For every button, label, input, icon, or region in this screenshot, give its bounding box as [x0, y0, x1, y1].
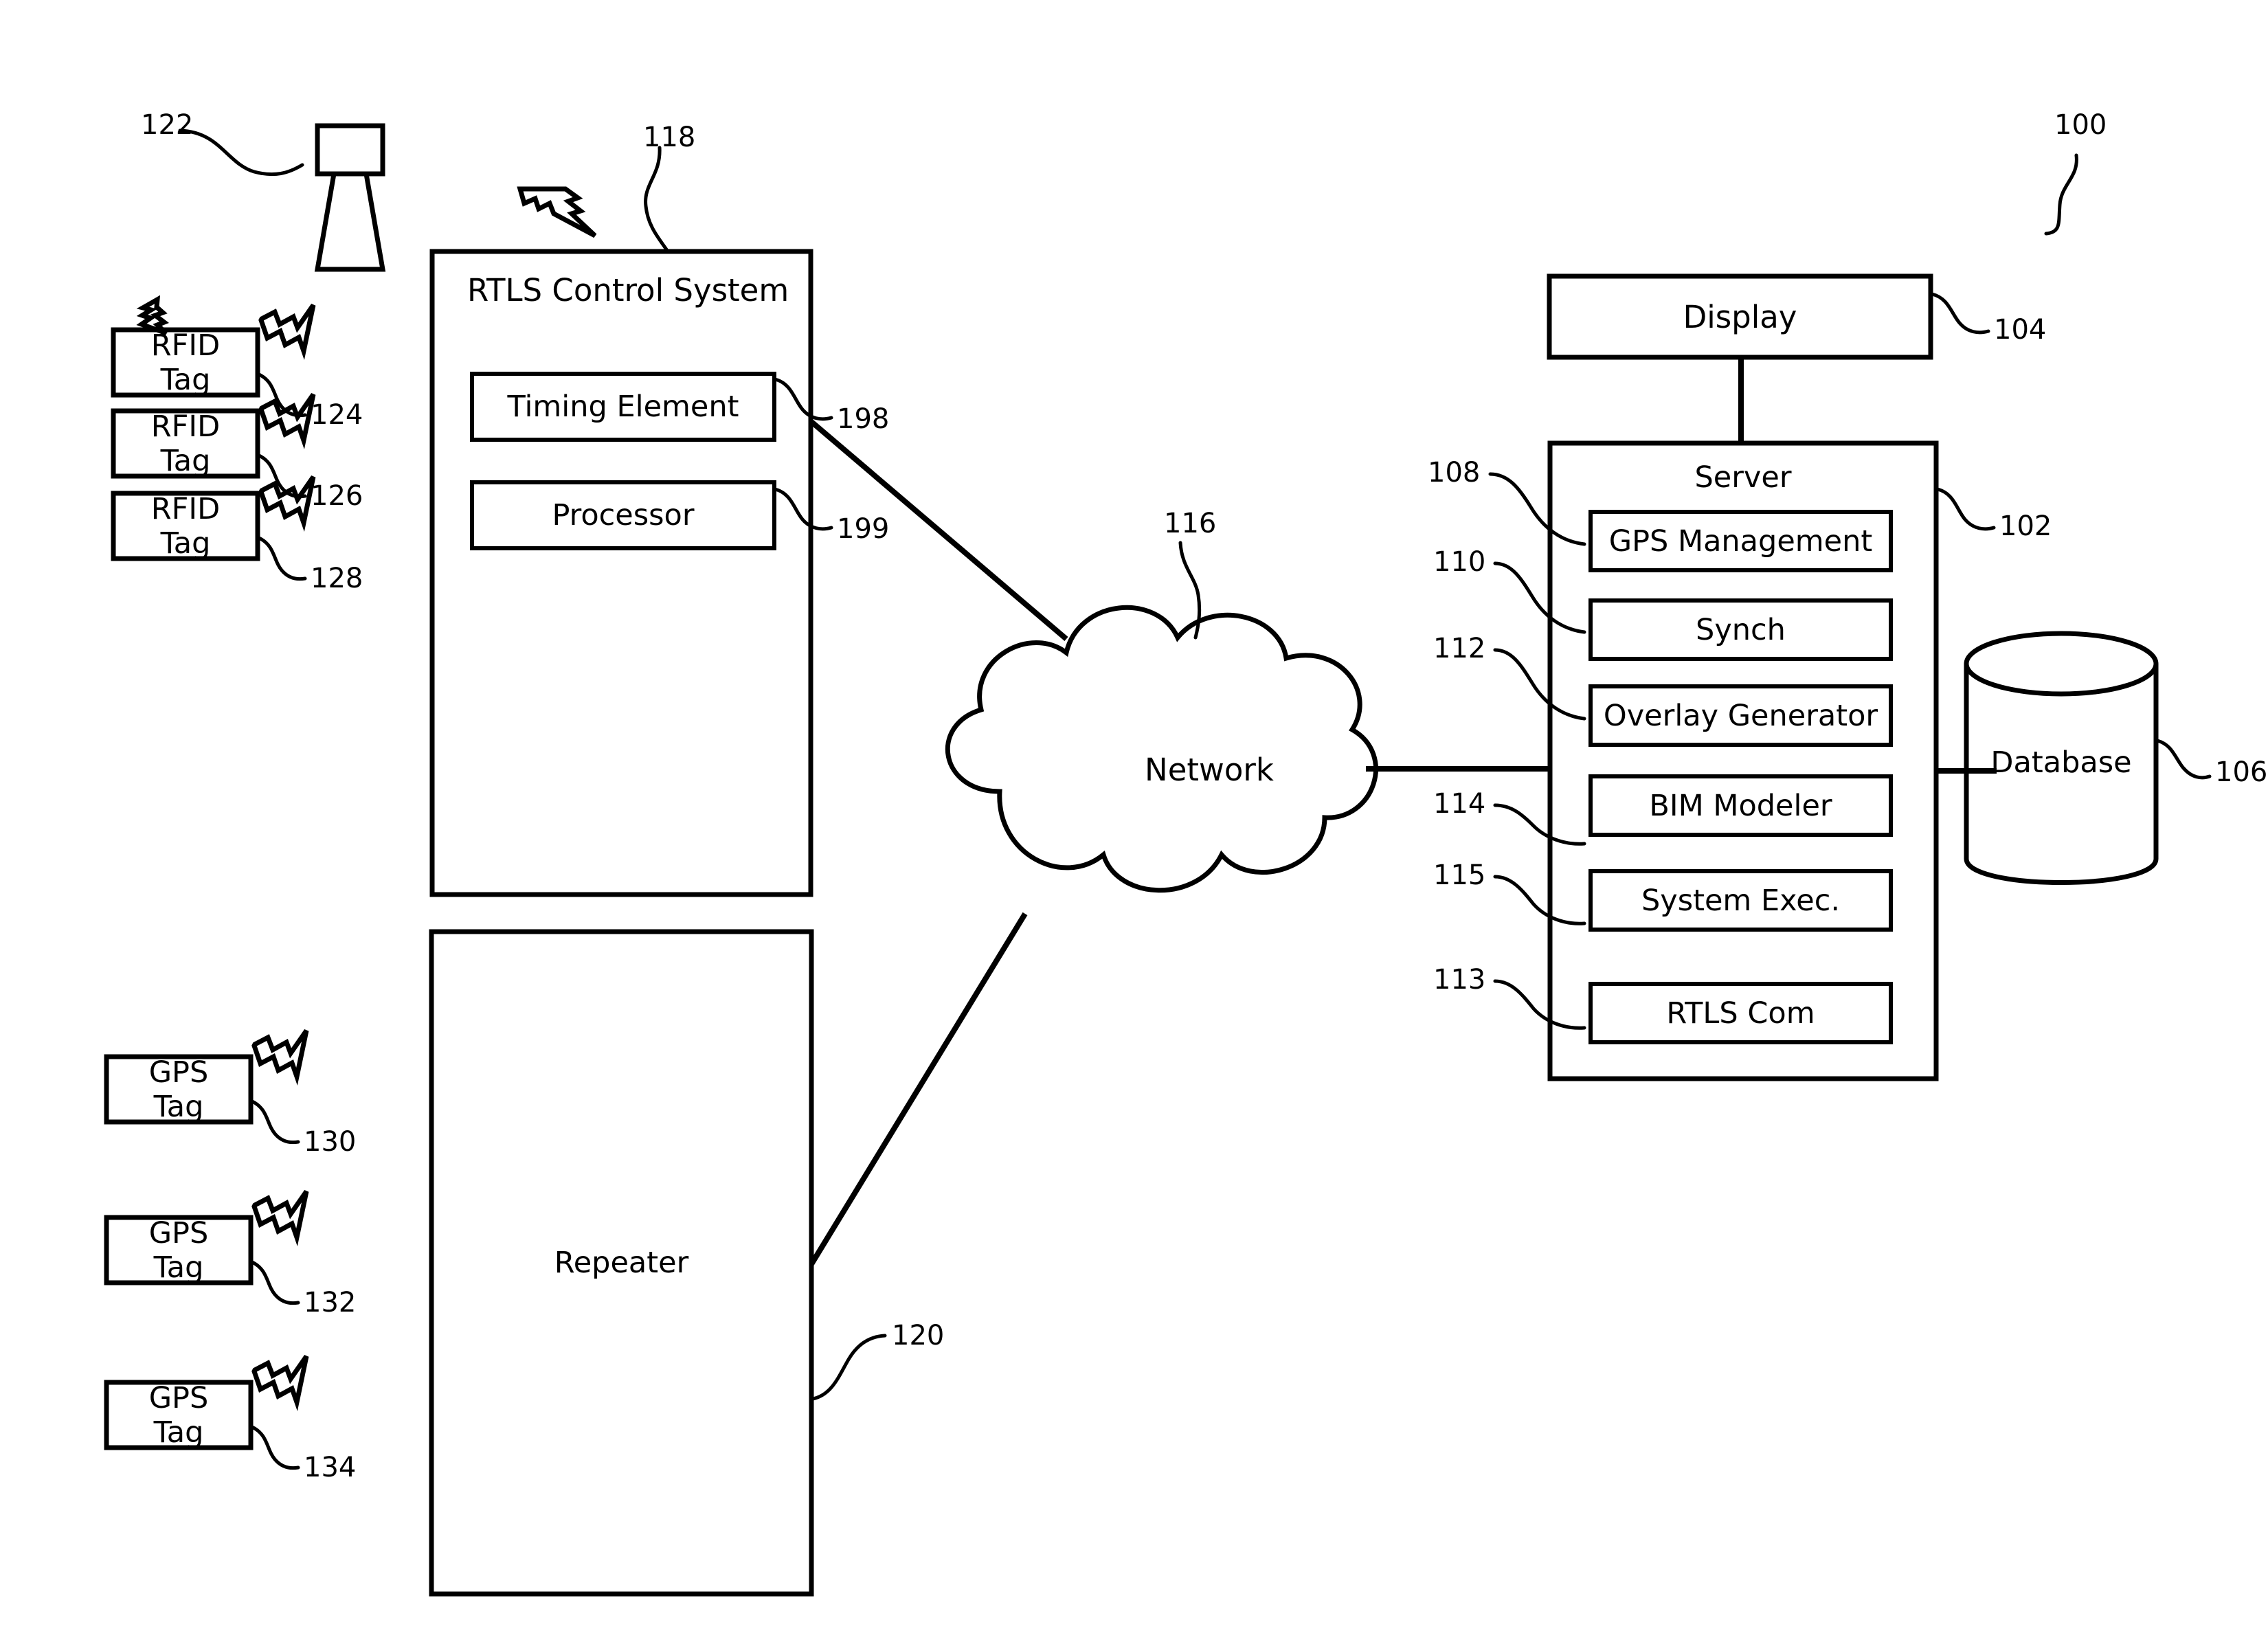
rf-signal-bolt-icon-134 [251, 1354, 309, 1412]
rfid-tag-line2: Tag [160, 362, 211, 397]
leader-line-124 [257, 372, 307, 418]
gps-tag-line1: GPS [148, 1380, 209, 1415]
rfid-tag-ref-126: 126 [311, 480, 363, 512]
rf-signal-bolt-icon-rtls [517, 186, 597, 238]
rf-signal-bolt-icon-124b [258, 303, 316, 361]
rfid-tag-line2: Tag [160, 526, 211, 561]
rfid-tag-line1: RFID [150, 409, 221, 444]
diagram-vector-layer [104, 123, 2212, 1597]
gps-tag-line1: GPS [148, 1215, 209, 1250]
timing-element-label: Timing Element [507, 390, 739, 424]
rfid-tag-label-126: RFID Tag [113, 409, 258, 478]
rtls-antenna-icon [314, 123, 386, 272]
link-repeater-to-network [809, 912, 1028, 1266]
gps-tag-line2: Tag [153, 1089, 204, 1124]
patent-figure-canvas: 100 122 RFID Tag 124 RFID Tag 126 RFID T… [0, 0, 2268, 1640]
gps-tag-label-132: GPS Tag [106, 1215, 251, 1285]
database-label: Database [1990, 745, 2132, 780]
leader-line-115 [1493, 875, 1586, 925]
rtls-com-ref-113: 113 [1433, 964, 1486, 996]
leader-line-100 [2044, 153, 2078, 236]
display-ref-104: 104 [1994, 314, 2047, 346]
rfid-tag-ref-124: 124 [311, 399, 363, 431]
leader-line-134 [250, 1425, 300, 1470]
rtls-com-label: RTLS Com [1666, 996, 1815, 1031]
synch-label: Synch [1696, 612, 1786, 647]
leader-line-113 [1493, 979, 1586, 1030]
gps-tag-ref-134: 134 [304, 1452, 357, 1483]
database-ref-106: 106 [2215, 756, 2268, 788]
figure-ref-100: 100 [2054, 109, 2107, 141]
leader-line-122 [178, 128, 304, 177]
leader-line-128 [257, 536, 307, 581]
server-title: Server [1694, 460, 1792, 495]
rfid-tag-line2: Tag [160, 443, 211, 478]
system-exec-label: System Exec. [1641, 883, 1841, 918]
leader-line-130 [250, 1099, 300, 1145]
network-ref-116: 116 [1164, 508, 1217, 539]
leader-line-198 [773, 377, 833, 421]
processor-ref-199: 199 [837, 513, 890, 545]
rf-signal-bolt-icon-132 [251, 1189, 309, 1247]
bim-modeler-ref-114: 114 [1433, 788, 1486, 820]
processor-label: Processor [552, 498, 695, 532]
leader-line-132 [250, 1260, 300, 1305]
synch-ref-110: 110 [1433, 546, 1486, 578]
network-label: Network [1145, 751, 1274, 788]
overlay-generator-ref-112: 112 [1433, 633, 1486, 664]
repeater-label: Repeater [554, 1246, 689, 1280]
leader-line-102 [1935, 487, 1996, 531]
leader-line-199 [773, 487, 833, 531]
gps-tag-label-130: GPS Tag [106, 1055, 251, 1124]
leader-line-104 [1930, 292, 1990, 335]
rtls-control-system-ref-118: 118 [643, 122, 696, 153]
leader-line-106 [2155, 739, 2212, 780]
gps-tag-line1: GPS [148, 1055, 209, 1090]
bim-modeler-label: BIM Modeler [1649, 788, 1832, 823]
rfid-tag-line1: RFID [150, 328, 221, 363]
timing-element-ref-198: 198 [837, 403, 890, 435]
rfid-tag-line1: RFID [150, 491, 221, 526]
leader-line-114 [1493, 803, 1586, 846]
gps-tag-label-134: GPS Tag [106, 1380, 251, 1450]
rf-signal-bolt-icon-128 [258, 475, 316, 532]
gps-management-ref-108: 108 [1428, 457, 1481, 488]
rfid-tag-label-124: RFID Tag [113, 328, 258, 397]
gps-tag-line2: Tag [153, 1250, 204, 1285]
gps-tag-line2: Tag [153, 1415, 204, 1450]
leader-line-112 [1493, 648, 1586, 721]
rfid-tag-ref-128: 128 [311, 563, 363, 594]
leader-line-120 [811, 1334, 887, 1401]
leader-line-118 [644, 146, 670, 254]
gps-tag-ref-132: 132 [304, 1287, 357, 1318]
overlay-generator-label: Overlay Generator [1603, 698, 1878, 733]
rf-signal-bolt-icon-126 [258, 392, 316, 450]
server-ref-102: 102 [1999, 510, 2052, 542]
rf-signal-bolt-icon-130 [251, 1029, 309, 1086]
rtls-control-system-box[interactable] [429, 249, 813, 897]
gps-management-label: GPS Management [1608, 524, 1873, 559]
antenna-ref-122: 122 [141, 109, 194, 141]
display-label: Display [1683, 298, 1797, 335]
repeater-ref-120: 120 [892, 1320, 945, 1351]
leader-line-110 [1493, 561, 1586, 634]
system-exec-ref-115: 115 [1433, 860, 1486, 891]
gps-tag-ref-130: 130 [304, 1126, 357, 1158]
rfid-tag-label-128: RFID Tag [113, 491, 258, 561]
rtls-control-system-title: RTLS Control System [467, 272, 789, 308]
